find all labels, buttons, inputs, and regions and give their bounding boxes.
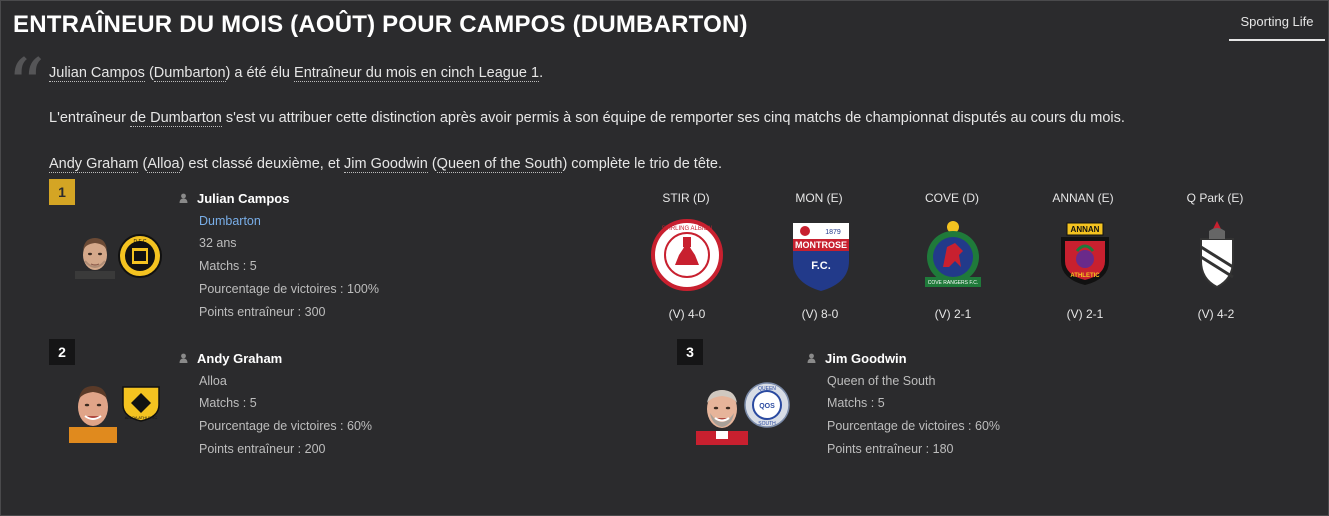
stirling-albion-badge-icon[interactable]: STIRLING ALBION (649, 217, 725, 293)
third-place-win-pct: Pourcentage de victoires : 60% (827, 419, 1001, 433)
manager-face-andy-graham[interactable] (69, 381, 117, 443)
manager-face-jim-goodwin[interactable] (696, 383, 748, 445)
opponent-label-annan: ANNAN (E) (1052, 191, 1114, 205)
winner-points: Points entraîneur : 300 (199, 305, 326, 319)
link-andy-graham[interactable]: Andy Graham (49, 156, 139, 173)
opponent-label-qpark: Q Park (E) (1186, 191, 1244, 205)
paragraph-1: Julian Campos (Dumbarton) a été élu Entr… (49, 65, 544, 82)
text: ( (144, 65, 154, 81)
link-julian-campos[interactable]: Julian Campos (49, 65, 145, 82)
winner-age: 32 ans (199, 236, 237, 250)
annan-athletic-badge-icon[interactable]: ANNAN ATHLETIC (1047, 217, 1123, 293)
text: ) a été élu (225, 65, 295, 81)
alloa-badge-icon[interactable]: ALLOA ATHLETIC (119, 383, 163, 423)
quote-icon: “ (7, 43, 45, 129)
manager-icon (179, 353, 188, 363)
tab-sporting-life[interactable]: Sporting Life (1229, 9, 1325, 41)
rank-badge-1: 1 (49, 179, 75, 205)
link-de-dumbarton[interactable]: de Dumbarton (129, 110, 222, 127)
text: . (539, 65, 544, 81)
second-place-points: Points entraîneur : 200 (199, 442, 326, 456)
alloa-badge-text: ALLOA ATHLETIC (125, 415, 158, 420)
third-place-name[interactable]: Jim Goodwin (825, 351, 907, 366)
queens-park-badge-icon[interactable] (1179, 217, 1255, 293)
montrose-badge-icon[interactable]: 1879 MONTROSE F.C. (783, 217, 859, 293)
news-panel: ENTRAÎNEUR DU MOIS (AOÛT) POUR CAMPOS (D… (0, 0, 1329, 516)
montrose-badge-text: MONTROSE (795, 240, 847, 250)
rank-badge-3: 3 (677, 339, 703, 365)
result-cove: (V) 2-1 (934, 307, 972, 321)
text: L'entraîneur (49, 110, 130, 126)
result-annan: (V) 2-1 (1066, 307, 1104, 321)
third-place-points: Points entraîneur : 180 (827, 442, 954, 456)
link-jim-goodwin[interactable]: Jim Goodwin (344, 156, 428, 173)
link-award[interactable]: Entraîneur du mois en cinch League 1 (294, 65, 540, 82)
qots-badge-bot: SOUTH (758, 421, 776, 427)
qots-badge-mid: QOS (759, 403, 775, 410)
opponent-label-stir: STIR (D) (662, 191, 710, 205)
annan-badge-text: ANNAN (1071, 225, 1100, 234)
result-mon: (V) 8-0 (801, 307, 839, 321)
stirling-badge-text: STIRLING ALBION (661, 226, 712, 232)
queen-of-the-south-badge-icon[interactable]: QUEEN QOS SOUTH (743, 381, 791, 429)
dumbarton-badge-icon[interactable]: D F C (117, 233, 163, 279)
second-place-club[interactable]: Alloa (199, 374, 227, 388)
second-place-matches: Matchs : 5 (199, 396, 257, 410)
second-place-name[interactable]: Andy Graham (197, 351, 282, 366)
link-alloa[interactable]: Alloa (147, 156, 180, 173)
winner-win-pct: Pourcentage de victoires : 100% (199, 282, 379, 296)
annan-badge-text2: ATHLETIC (1070, 273, 1100, 279)
opponent-label-cove: COVE (D) (925, 191, 979, 205)
manager-icon (807, 353, 816, 363)
link-dumbarton[interactable]: Dumbarton (153, 65, 226, 82)
text: s'est vu attribuer cette distinction apr… (221, 110, 1125, 126)
dumbarton-badge-text: D F C (133, 239, 146, 245)
winner-name[interactable]: Julian Campos (197, 191, 289, 206)
page-title: ENTRAÎNEUR DU MOIS (AOÛT) POUR CAMPOS (D… (13, 11, 748, 38)
cove-badge-text: COVE RANGERS F.C. (928, 280, 979, 286)
montrose-year: 1879 (825, 229, 841, 236)
third-place-matches: Matchs : 5 (827, 396, 885, 410)
second-place-win-pct: Pourcentage de victoires : 60% (199, 419, 373, 433)
cove-rangers-badge-icon[interactable]: COVE RANGERS F.C. (915, 217, 991, 293)
winner-matches: Matchs : 5 (199, 259, 257, 273)
result-stir: (V) 4-0 (668, 307, 706, 321)
result-qpark: (V) 4-2 (1197, 307, 1235, 321)
winner-club-link[interactable]: Dumbarton (199, 214, 261, 228)
text: ) est classé deuxième, et (179, 156, 344, 172)
link-queen-of-the-south[interactable]: Queen of the South (436, 156, 563, 173)
opponent-label-mon: MON (E) (795, 191, 843, 205)
paragraph-3: Andy Graham (Alloa) est classé deuxième,… (49, 156, 723, 173)
text: ( (138, 156, 148, 172)
text: ) complète le trio de tête. (562, 156, 723, 172)
manager-icon (179, 193, 188, 203)
third-place-club[interactable]: Queen of the South (827, 374, 935, 388)
qots-badge-top: QUEEN (758, 386, 776, 392)
rank-badge-2: 2 (49, 339, 75, 365)
montrose-badge-text2: F.C. (811, 260, 831, 272)
text: ( (427, 156, 437, 172)
paragraph-2: L'entraîneur de Dumbarton s'est vu attri… (49, 110, 1125, 127)
manager-face-julian-campos[interactable] (75, 235, 115, 279)
